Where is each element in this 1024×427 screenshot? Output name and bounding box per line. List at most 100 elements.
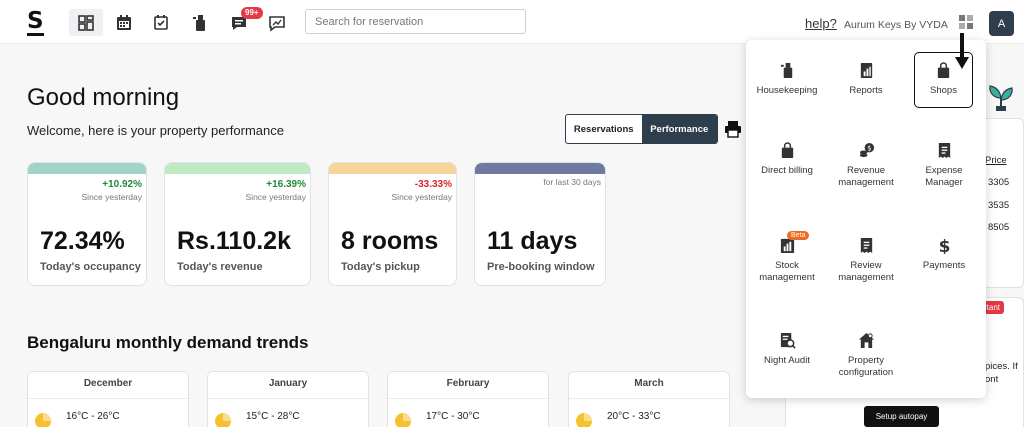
housekeeping-icon bbox=[193, 14, 205, 31]
app-label: Housekeeping bbox=[756, 85, 818, 96]
app-label: Property configuration bbox=[838, 355, 894, 378]
app-payments[interactable]: $ Payments bbox=[906, 237, 982, 272]
print-icon[interactable] bbox=[724, 120, 742, 138]
revenue-icon: $ bbox=[859, 142, 874, 158]
view-toggle: Reservations Performance bbox=[565, 114, 718, 144]
reviews-nav-button[interactable] bbox=[260, 9, 294, 36]
apps-dropdown-menu: Housekeeping Reports Shops Direct billin… bbox=[746, 40, 986, 398]
month-name: March bbox=[634, 378, 664, 389]
performance-tab[interactable]: Performance bbox=[641, 115, 717, 143]
app-label: Payments bbox=[922, 260, 966, 271]
pointer-arrow-icon bbox=[955, 33, 969, 69]
autopay-note: ont bbox=[985, 374, 999, 385]
metric-card-occupancy: +10.92% Since yesterday 72.34% Today's o… bbox=[27, 162, 147, 286]
metric-label: Today's pickup bbox=[341, 261, 420, 273]
top-bar: S 99+ help? Aurum Keys By VYDA A bbox=[0, 0, 1024, 44]
sun-icon bbox=[35, 413, 51, 427]
page-subtitle: Welcome, here is your property performan… bbox=[27, 123, 284, 138]
review-icon bbox=[860, 237, 872, 254]
page-title: Good morning bbox=[27, 84, 180, 111]
metric-since: Since yesterday bbox=[81, 192, 142, 202]
metric-since: for last 30 days bbox=[543, 177, 601, 187]
card-strip bbox=[165, 163, 310, 174]
calendar-check-icon bbox=[154, 14, 168, 30]
divider bbox=[208, 398, 368, 399]
divider bbox=[569, 398, 729, 399]
app-night-audit[interactable]: Night Audit bbox=[749, 332, 825, 367]
app-label: Reports bbox=[849, 85, 883, 96]
billing-bag-icon bbox=[781, 142, 793, 159]
booking-nav-button[interactable] bbox=[144, 9, 178, 36]
app-expense-manager[interactable]: Expense Manager bbox=[906, 142, 982, 189]
messages-nav-button[interactable]: 99+ bbox=[222, 7, 263, 36]
price-value: 3535 bbox=[988, 200, 1010, 211]
metric-label: Today's revenue bbox=[177, 261, 263, 273]
app-reports[interactable]: Reports bbox=[828, 62, 904, 97]
shop-bag-icon bbox=[937, 62, 950, 79]
temperature-range: 20°C - 33°C bbox=[607, 411, 661, 422]
metric-value: 11 days bbox=[487, 227, 578, 255]
calendar-nav-button[interactable] bbox=[107, 9, 141, 36]
month-card: March 20°C - 33°C bbox=[568, 371, 730, 427]
autopay-note: pices. If bbox=[985, 361, 1018, 372]
calendar-icon bbox=[117, 14, 131, 30]
month-card: January 15°C - 28°C bbox=[207, 371, 369, 427]
month-name: January bbox=[268, 378, 308, 389]
temperature-range: 17°C - 30°C bbox=[426, 411, 480, 422]
metric-value: 8 rooms bbox=[341, 227, 439, 255]
sun-icon bbox=[395, 413, 411, 427]
price-value: 8505 bbox=[988, 222, 1010, 233]
app-direct-billing[interactable]: Direct billing bbox=[749, 142, 825, 177]
svg-text:$: $ bbox=[938, 237, 950, 254]
card-strip bbox=[28, 163, 146, 174]
app-label: Stock management bbox=[759, 260, 815, 283]
app-label: Review management bbox=[838, 260, 894, 283]
dashboard-icon bbox=[78, 14, 94, 31]
app-property-configuration[interactable]: Property configuration bbox=[828, 332, 904, 379]
temperature-range: 16°C - 26°C bbox=[66, 411, 120, 422]
dashboard-nav-button[interactable] bbox=[69, 9, 103, 36]
app-revenue-management[interactable]: $ Revenue management bbox=[828, 142, 904, 189]
expense-icon bbox=[938, 142, 950, 159]
property-icon bbox=[858, 332, 874, 349]
metric-delta: +16.39% bbox=[266, 179, 306, 190]
card-strip bbox=[329, 163, 456, 174]
metric-value: 72.34% bbox=[40, 227, 125, 255]
metric-label: Pre-booking window bbox=[487, 261, 595, 273]
metric-label: Today's occupancy bbox=[40, 261, 141, 273]
app-stock-management[interactable]: Beta Stock management bbox=[749, 231, 825, 284]
apps-grid-icon[interactable] bbox=[958, 14, 974, 30]
app-housekeeping[interactable]: Housekeeping bbox=[749, 62, 825, 97]
metric-delta: +10.92% bbox=[102, 179, 142, 190]
svg-text:$: $ bbox=[867, 145, 871, 153]
night-audit-icon bbox=[780, 332, 796, 349]
sun-icon bbox=[215, 413, 231, 427]
metric-since: Since yesterday bbox=[245, 192, 306, 202]
metric-delta: -33.33% bbox=[414, 179, 452, 190]
plant-icon bbox=[989, 85, 1013, 111]
month-card: February 17°C - 30°C bbox=[387, 371, 549, 427]
metric-card-prebooking: for last 30 days 11 days Pre-booking win… bbox=[474, 162, 606, 286]
app-label: Shops bbox=[930, 85, 957, 96]
search-input[interactable] bbox=[305, 9, 526, 34]
help-link[interactable]: help? bbox=[805, 16, 837, 31]
sun-icon bbox=[576, 413, 592, 427]
brand-logo[interactable]: S bbox=[27, 9, 44, 36]
reservations-tab[interactable]: Reservations bbox=[566, 115, 642, 143]
app-review-management[interactable]: Review management bbox=[828, 237, 904, 284]
setup-autopay-button[interactable]: Setup autopay bbox=[864, 406, 939, 427]
app-label: Direct billing bbox=[761, 165, 813, 176]
metric-card-revenue: +16.39% Since yesterday Rs.110.2k Today'… bbox=[164, 162, 311, 286]
app-label: Night Audit bbox=[764, 355, 810, 366]
price-header: Price bbox=[985, 155, 1007, 166]
metric-card-pickup: -33.33% Since yesterday 8 rooms Today's … bbox=[328, 162, 457, 286]
divider bbox=[388, 398, 548, 399]
app-label: Revenue management bbox=[838, 165, 894, 188]
chart-message-icon bbox=[269, 15, 285, 32]
user-avatar[interactable]: A bbox=[989, 11, 1014, 36]
month-name: February bbox=[446, 378, 490, 389]
metric-since: Since yesterday bbox=[391, 192, 452, 202]
housekeeping-nav-button[interactable] bbox=[183, 9, 217, 36]
property-name[interactable]: Aurum Keys By VYDA bbox=[844, 19, 948, 31]
app-label: Expense Manager bbox=[925, 165, 963, 188]
